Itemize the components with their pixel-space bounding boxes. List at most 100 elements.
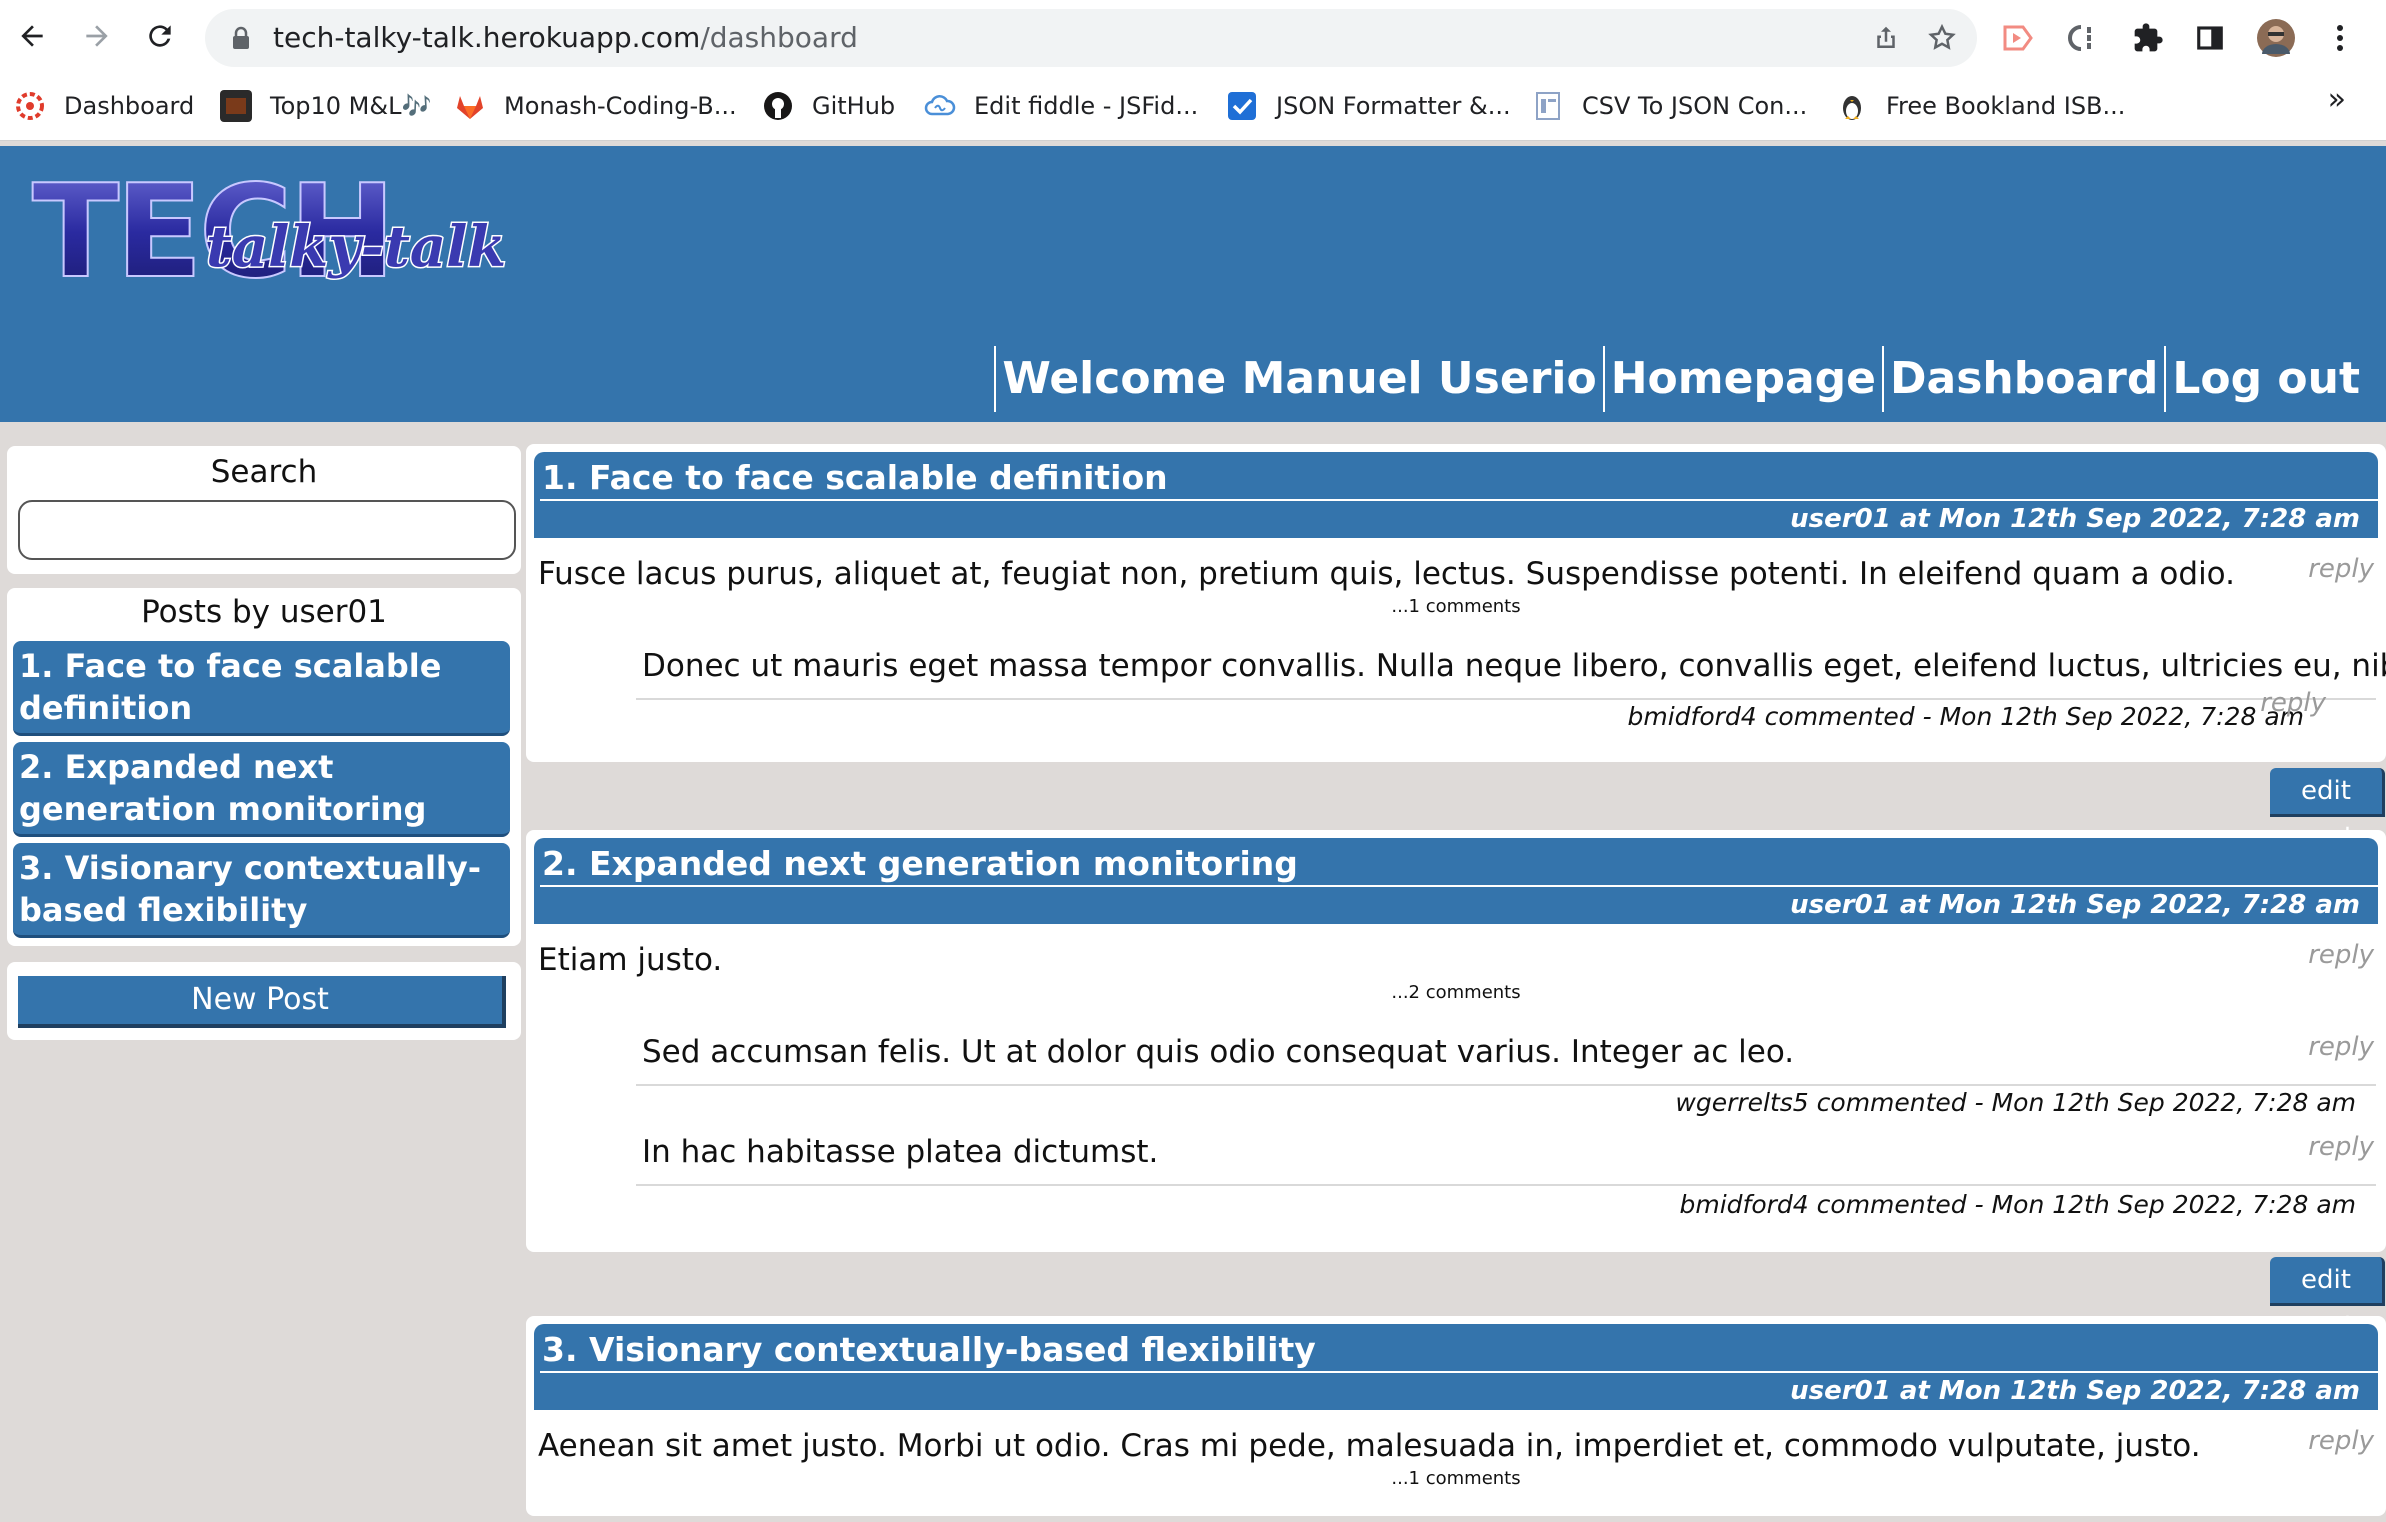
bookmark-label: Free Bookland ISB... [1886,92,2126,120]
comment-count[interactable]: ...1 comments [526,596,2386,617]
sidebar-post-link-3[interactable]: 3. Visionary contextually-based flexibil… [13,843,510,938]
arrow-left-icon [21,25,43,47]
nav-logout[interactable]: Log out [2164,346,2366,412]
comment-meta: bmidford4 commented - Mon 12th Sep 2022,… [1679,1190,2356,1219]
post-title[interactable]: 3. Visionary contextually-based flexibil… [542,1330,1316,1369]
top-nav: Welcome Manuel Userio Homepage Dashboard… [994,346,2366,412]
logo-sub-text: talky-talk [206,214,506,280]
user-posts-panel: Posts by user01 1. Face to face scalable… [7,588,521,946]
post-title[interactable]: 2. Expanded next generation monitoring [542,844,1298,883]
comment-reply-link[interactable]: reply [2308,1132,2374,1162]
bookmark-jsfiddle[interactable]: Edit fiddle - JSFid... [924,86,1198,126]
top10-icon [220,90,252,122]
search-panel: Search [7,446,521,574]
post-meta: user01 at Mon 12th Sep 2022, 7:28 am [1790,504,2360,534]
edit-post-button-2[interactable]: edit post [2270,1257,2385,1341]
site-header: TECH talky-talk Welcome Manuel Userio Ho… [0,146,2386,422]
bookmark-star-icon[interactable] [1927,23,1957,53]
reply-link[interactable]: reply [2308,554,2374,584]
back-button[interactable] [10,14,54,58]
extension-button-1[interactable] [1998,18,2038,58]
post-body: Aenean sit amet justo. Morbi ut odio. Cr… [538,1428,2201,1464]
comment-divider [636,698,2376,700]
avatar [2257,19,2295,57]
comment-divider [636,1184,2376,1186]
lock-icon [233,26,249,49]
more-vert-icon [2337,25,2343,51]
share-icon[interactable] [1871,23,1901,53]
browser-chrome: tech-talky-talk.herokuapp.com/dashboard … [0,0,2386,141]
checkbox-icon [1228,92,1256,120]
edit-post-button-1[interactable]: edit post [2270,768,2385,852]
new-post-button[interactable]: New Post [18,976,506,1028]
bookmarks-overflow-button[interactable]: » [2328,82,2346,117]
search-title: Search [210,454,318,490]
bookmark-bookland[interactable]: Free Bookland ISB... [1836,86,2125,126]
post-body: Fusce lacus purus, aliquet at, feugiat n… [538,556,2235,592]
css-extension-icon [2068,25,2091,51]
url-text: tech-talky-talk.herokuapp.com/dashboard [273,21,858,54]
arrow-right-icon [86,25,108,47]
new-post-panel: New Post [7,962,521,1040]
profile-button[interactable] [2256,18,2296,58]
forward-button[interactable] [75,14,119,58]
comment-reply-link[interactable]: reply [2260,688,2326,718]
reply-link[interactable]: reply [2308,1426,2374,1456]
comment-text: Donec ut mauris eget massa tempor conval… [642,648,2386,684]
linux-penguin-icon [1843,96,1861,120]
nav-welcome: Welcome Manuel Userio [994,346,1602,412]
menu-button[interactable] [2320,18,2360,58]
comment-reply-link[interactable]: reply [2308,1032,2374,1062]
post-header: 2. Expanded next generation monitoring u… [534,838,2378,924]
nav-homepage[interactable]: Homepage [1602,346,1882,412]
document-icon [1536,92,1560,120]
post-card-1: 1. Face to face scalable definition user… [526,444,2386,762]
url-path: /dashboard [700,21,858,54]
reload-icon [149,25,171,47]
user-posts-title: Posts by user01 [141,594,387,630]
side-panel-button[interactable] [2190,18,2230,58]
bookmark-dashboard[interactable]: Dashboard [14,86,194,126]
site-logo[interactable]: TECH talky-talk [26,166,506,306]
bookmark-label: Edit fiddle - JSFid... [974,92,1199,120]
post-card-3: 3. Visionary contextually-based flexibil… [526,1316,2386,1516]
comment-divider [636,1084,2376,1086]
nav-dashboard[interactable]: Dashboard [1881,346,2164,412]
post-title[interactable]: 1. Face to face scalable definition [542,458,1168,497]
bookmark-github[interactable]: GitHub [762,86,895,126]
bookmark-csv-to-json[interactable]: CSV To JSON Con... [1532,86,1807,126]
bookmark-label: Dashboard [64,92,195,120]
bookmarks-bar: Dashboard Top10 M&L🎶 Monash-Coding-B... … [0,78,2386,138]
cloud-icon [924,95,956,116]
post-header: 1. Face to face scalable definition user… [534,452,2378,538]
bookmark-label: JSON Formatter &... [1276,92,1511,120]
sidebar-post-link-1[interactable]: 1. Face to face scalable definition [13,641,510,736]
gitlab-icon [457,96,483,119]
reload-button[interactable] [138,14,182,58]
header-divider [540,885,2378,887]
comment-text: Sed accumsan felis. Ut at dolor quis odi… [642,1034,1795,1070]
header-divider [540,499,2378,501]
sidebar-post-link-2[interactable]: 2. Expanded next generation monitoring [13,742,510,837]
post-body: Etiam justo. [538,942,723,978]
bookmark-label: Top10 M&L🎶 [270,92,432,120]
comment-meta: wgerrelts5 commented - Mon 12th Sep 2022… [1675,1088,2356,1117]
post-header: 3. Visionary contextually-based flexibil… [534,1324,2378,1410]
reply-link[interactable]: reply [2308,940,2374,970]
post-meta: user01 at Mon 12th Sep 2022, 7:28 am [1790,1376,2360,1406]
bookmark-top10[interactable]: Top10 M&L🎶 [220,86,431,126]
search-input[interactable] [18,500,516,560]
bookmark-label: CSV To JSON Con... [1582,92,1808,120]
address-bar[interactable]: tech-talky-talk.herokuapp.com/dashboard [205,9,1977,67]
comment-count[interactable]: ...1 comments [526,1468,2386,1489]
extension-button-2[interactable] [2062,18,2102,58]
puzzle-icon [2134,23,2163,52]
github-icon [764,92,792,120]
url-host: tech-talky-talk.herokuapp.com [273,21,701,54]
header-divider [540,1371,2378,1373]
bookmark-json-formatter[interactable]: JSON Formatter &... [1226,86,1511,126]
extensions-button[interactable] [2128,18,2168,58]
comment-count[interactable]: ...2 comments [526,982,2386,1003]
bookmark-monash[interactable]: Monash-Coding-B... [454,86,737,126]
bookmark-label: GitHub [812,92,896,120]
